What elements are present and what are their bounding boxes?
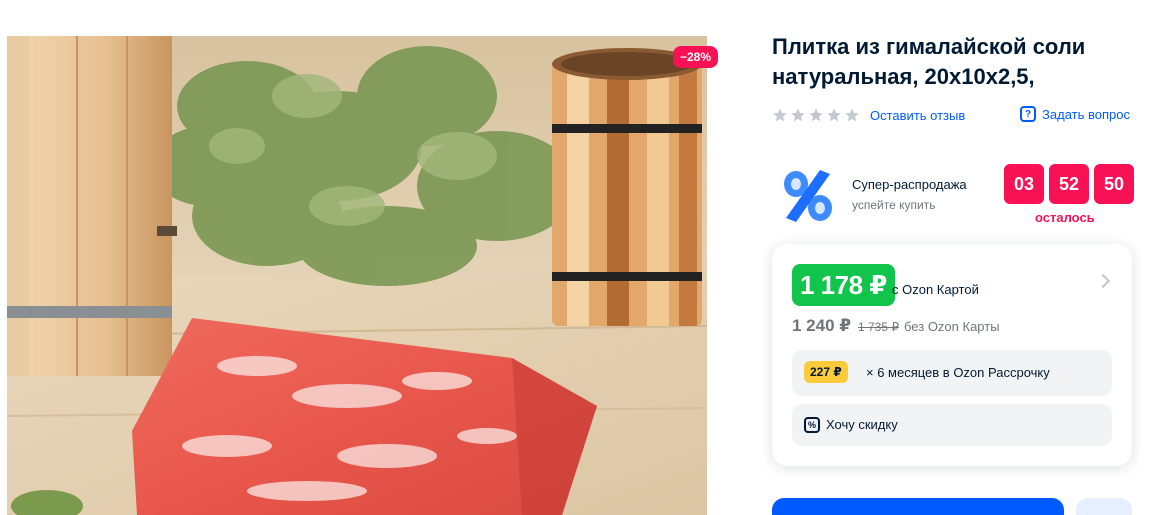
product-image[interactable] xyxy=(7,36,707,515)
favorite-button[interactable] xyxy=(1076,498,1132,515)
chevron-right-icon[interactable] xyxy=(1095,273,1111,289)
ozon-card-label: с Ozon Картой xyxy=(892,282,979,297)
timer-seconds: 50 xyxy=(1094,164,1134,204)
star-icon xyxy=(827,108,841,122)
percent-icon xyxy=(784,170,832,222)
star-icon xyxy=(809,108,823,122)
price-card: 1 178 ₽ с Ozon Картой 1 240 ₽ 1 735 ₽ бе… xyxy=(772,244,1132,466)
discount-badge: −28% xyxy=(673,46,719,68)
promo-subtitle: успейте купить xyxy=(852,198,936,212)
countdown-timer: 03 52 50 xyxy=(1004,164,1134,204)
promo-banner[interactable]: Супер-распродажа успейте купить 03 52 50… xyxy=(776,160,1136,230)
old-price: 1 735 ₽ xyxy=(858,320,899,334)
rating-stars[interactable] xyxy=(772,107,860,123)
ask-question-link[interactable]: ? Задать вопрос xyxy=(1020,106,1130,122)
installment-amount: 227 ₽ xyxy=(804,361,848,383)
star-icon xyxy=(773,108,787,122)
add-to-cart-button[interactable] xyxy=(772,498,1064,515)
timer-minutes: 52 xyxy=(1049,164,1089,204)
regular-price: 1 240 ₽ xyxy=(792,316,852,335)
installment-offer[interactable]: 227 ₽ × 6 месяцев в Ozon Рассрочку xyxy=(792,350,1112,396)
leave-review-link[interactable]: Оставить отзыв xyxy=(870,108,965,123)
regular-price-label: без Ozon Карты xyxy=(904,319,1000,334)
promo-title: Супер-распродажа xyxy=(852,177,967,192)
ask-question-label: Задать вопрос xyxy=(1042,106,1130,122)
timer-label: осталось xyxy=(1035,210,1095,225)
star-icon xyxy=(845,108,859,122)
star-icon xyxy=(791,108,805,122)
rating-row: Оставить отзыв ? Задать вопрос xyxy=(772,104,1142,126)
installment-text: × 6 месяцев в Ozon Рассрочку xyxy=(866,365,1050,380)
want-discount-button[interactable]: % Хочу скидку xyxy=(792,404,1112,446)
question-icon: ? xyxy=(1020,106,1037,122)
product-title: Плитка из гималайской соли натуральная, … xyxy=(772,34,1086,89)
timer-hours: 03 xyxy=(1004,164,1044,204)
discount-tag-icon: % xyxy=(804,417,820,433)
ozon-card-price[interactable]: 1 178 ₽ xyxy=(792,264,895,306)
want-discount-label: Хочу скидку xyxy=(826,417,898,432)
